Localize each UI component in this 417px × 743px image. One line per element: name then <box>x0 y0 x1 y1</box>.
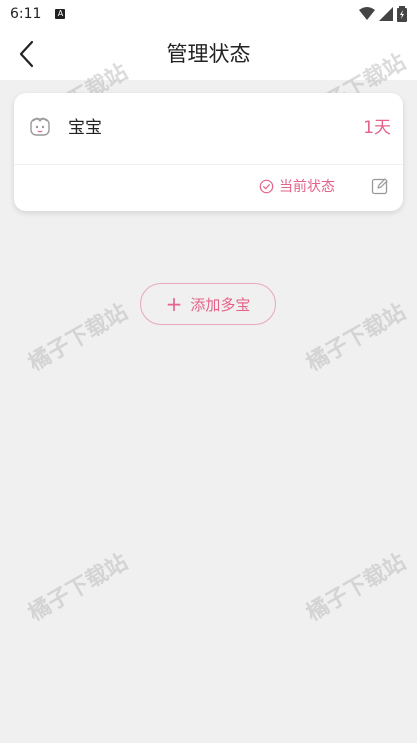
app-bar: 管理状态 <box>0 28 417 80</box>
status-time: 6:11 <box>10 6 42 22</box>
add-child-label: 添加多宝 <box>190 295 251 314</box>
chevron-left-icon <box>19 40 34 68</box>
child-row[interactable]: 宝宝 1天 <box>14 93 403 164</box>
back-button[interactable] <box>6 34 46 74</box>
baby-avatar-icon <box>30 117 50 136</box>
current-status-button[interactable]: 当前状态 <box>259 172 335 200</box>
battery-icon <box>397 6 407 22</box>
watermark: 橘子下载站 <box>24 549 133 627</box>
watermark: 橘子下载站 <box>302 299 411 377</box>
plus-icon: + <box>165 292 183 316</box>
status-bar: 6:11 A <box>0 0 417 28</box>
signal-icon <box>379 7 393 21</box>
child-name: 宝宝 <box>68 118 102 138</box>
days-count: 1天 <box>363 118 391 138</box>
child-card: 宝宝 1天 当前状态 <box>14 93 403 211</box>
watermark: 橘子下载站 <box>24 299 133 377</box>
notification-icon: A <box>55 9 66 19</box>
check-circle-icon <box>259 179 274 193</box>
edit-icon[interactable] <box>371 177 389 195</box>
watermark: 橘子下载站 <box>302 549 411 627</box>
add-child-button[interactable]: + 添加多宝 <box>140 283 276 325</box>
divider <box>14 164 403 165</box>
page-title: 管理状态 <box>166 42 251 66</box>
wifi-icon <box>359 7 375 20</box>
current-status-label: 当前状态 <box>279 179 335 195</box>
